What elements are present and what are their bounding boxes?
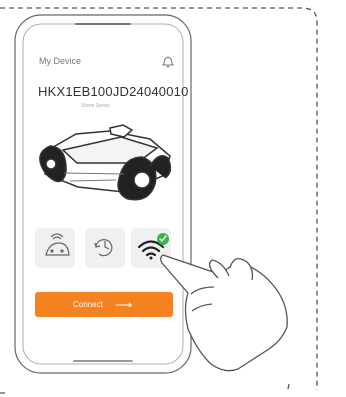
arrow-right-icon: ⟶	[115, 298, 133, 312]
connect-label: Connect	[73, 300, 103, 309]
connect-button[interactable]: Connect ⟶	[35, 292, 173, 317]
device-series: Storm Series	[81, 103, 110, 109]
checkmark-icon	[157, 233, 169, 245]
history-button[interactable]	[85, 228, 125, 268]
page-title: My Device	[39, 56, 82, 66]
device-id: HKX1EB100JD24040010	[38, 84, 189, 99]
